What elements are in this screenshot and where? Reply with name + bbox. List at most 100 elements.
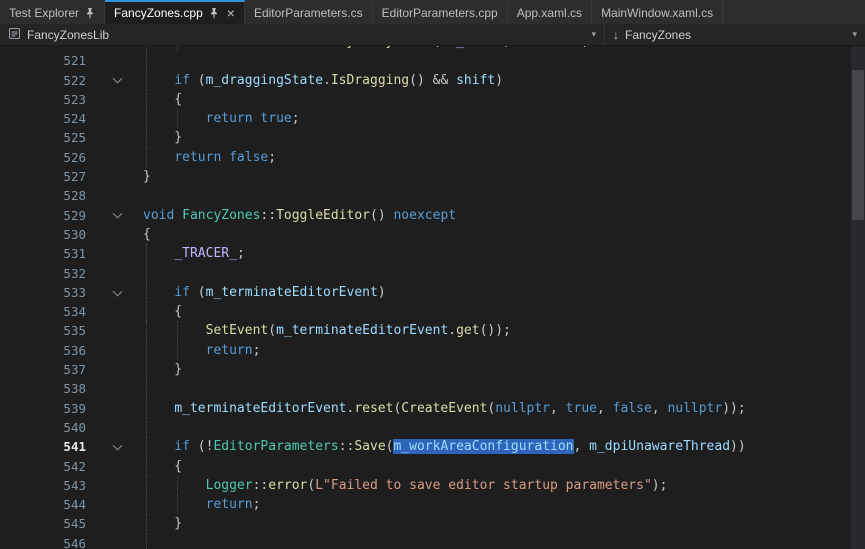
line-number[interactable]: 529: [0, 206, 92, 225]
tab-test-explorer[interactable]: Test Explorer: [0, 0, 105, 24]
code-line-546[interactable]: 546: [0, 534, 865, 549]
line-number[interactable]: 545: [0, 514, 92, 533]
line-number[interactable]: 544: [0, 495, 92, 514]
line-number[interactable]: 537: [0, 360, 92, 379]
line-number[interactable]: 525: [0, 128, 92, 147]
line-number[interactable]: 532: [0, 264, 92, 283]
code-text: SetEvent(m_terminateEditorEvent.get());: [143, 321, 865, 340]
line-number[interactable]: 538: [0, 379, 92, 398]
line-number[interactable]: 541: [0, 437, 92, 456]
code-token: nullptr: [667, 401, 722, 416]
line-number[interactable]: 534: [0, 302, 92, 321]
fold-chevron-icon[interactable]: [92, 206, 143, 225]
indent-guide: [146, 476, 147, 495]
code-token: [221, 150, 229, 165]
fold-chevron-icon[interactable]: [92, 71, 143, 90]
line-number[interactable]: 523: [0, 90, 92, 109]
code-line-522[interactable]: 522 if (m_draggingState.IsDragging() && …: [0, 71, 865, 90]
indent-guide: [146, 244, 147, 263]
line-number[interactable]: 533: [0, 283, 92, 302]
line-number[interactable]: 530: [0, 225, 92, 244]
fold-spacer: [92, 109, 143, 128]
pin-icon[interactable]: [209, 8, 219, 19]
code-line-536[interactable]: 536 return;: [0, 341, 865, 360]
code-text: }: [143, 167, 865, 186]
code-line-540[interactable]: 540: [0, 418, 865, 437]
line-number[interactable]: 535: [0, 321, 92, 340]
line-number[interactable]: 539: [0, 399, 92, 418]
code-line-529[interactable]: 529 void FancyZones::ToggleEditor() noexc…: [0, 206, 865, 225]
code-line-530[interactable]: 530{: [0, 225, 865, 244]
line-number[interactable]: 528: [0, 186, 92, 205]
fold-spacer: [92, 225, 143, 244]
code-text: }: [143, 128, 865, 147]
code-line-531[interactable]: 531 _TRACER_;: [0, 244, 865, 263]
code-line-533[interactable]: 533 if (m_terminateEditorEvent): [0, 283, 865, 302]
code-line-539[interactable]: 539 m_terminateEditorEvent.reset(CreateE…: [0, 399, 865, 418]
indent-guide: [146, 534, 147, 549]
line-number[interactable]: 536: [0, 341, 92, 360]
code-text: if (m_terminateEditorEvent): [143, 283, 865, 302]
line-number[interactable]: 542: [0, 457, 92, 476]
code-token: );: [652, 478, 668, 493]
code-line-527[interactable]: 527}: [0, 167, 865, 186]
code-text: [143, 51, 865, 70]
fold-chevron-icon[interactable]: [92, 283, 143, 302]
chevron-down-icon: [113, 74, 123, 84]
line-number[interactable]: 521: [0, 51, 92, 70]
code-token: ToggleEditor: [276, 208, 370, 223]
code-token: ,: [574, 439, 590, 454]
tab-mainwindow-xaml-cs[interactable]: MainWindow.xaml.cs: [592, 0, 723, 24]
fold-spacer: [92, 264, 143, 283]
line-number[interactable]: 531: [0, 244, 92, 263]
tab-editorparameters-cs[interactable]: EditorParameters.cs: [245, 0, 373, 24]
code-line-538[interactable]: 538: [0, 379, 865, 398]
code-line-534[interactable]: 534 {: [0, 302, 865, 321]
code-line-537[interactable]: 537 }: [0, 360, 865, 379]
line-number[interactable]: 522: [0, 71, 92, 90]
code-token: [174, 208, 182, 223]
code-line-523[interactable]: 523 {: [0, 90, 865, 109]
code-line-544[interactable]: 544 return;: [0, 495, 865, 514]
code-line-524[interactable]: 524 return true;: [0, 109, 865, 128]
member-dropdown[interactable]: ↓ FancyZones ▾: [604, 24, 865, 45]
line-number[interactable]: 546: [0, 534, 92, 549]
code-token: EditorParameters: [213, 439, 338, 454]
code-token: [143, 323, 206, 338]
code-token: [143, 343, 206, 358]
line-number[interactable]: 543: [0, 476, 92, 495]
code-line-521[interactable]: 521: [0, 51, 865, 70]
code-line-526[interactable]: 526 return false;: [0, 148, 865, 167]
code-line-525[interactable]: 525 }: [0, 128, 865, 147]
code-line-532[interactable]: 532: [0, 264, 865, 283]
code-line-535[interactable]: 535 SetEvent(m_terminateEditorEvent.get(…: [0, 321, 865, 340]
tab-editorparameters-cpp[interactable]: EditorParameters.cpp: [373, 0, 508, 24]
line-number[interactable]: 527: [0, 167, 92, 186]
selected-text: m_workAreaConfiguration: [393, 439, 573, 454]
project-icon: [8, 27, 21, 43]
tab-app-xaml-cs[interactable]: App.xaml.cs: [508, 0, 592, 24]
code-line-543[interactable]: 543 Logger::error(L"Failed to save edito…: [0, 476, 865, 495]
indent-guide: [177, 321, 178, 340]
code-line-528[interactable]: 528: [0, 186, 865, 205]
scrollbar-thumb[interactable]: [852, 70, 864, 220]
code-token: false: [229, 150, 268, 165]
code-token: Save: [354, 439, 385, 454]
vertical-scrollbar[interactable]: [851, 46, 865, 549]
indent-guide: [146, 109, 147, 128]
close-icon[interactable]: ×: [227, 6, 235, 20]
code-text: void FancyZones::ToggleEditor() noexcept: [143, 206, 865, 225]
line-number[interactable]: 524: [0, 109, 92, 128]
code-token: false: [613, 401, 652, 416]
code-token: GetAsyncKeyState: [307, 46, 432, 49]
line-number[interactable]: 526: [0, 148, 92, 167]
code-line-541[interactable]: 541 if (!EditorParameters::Save(m_workAr…: [0, 437, 865, 456]
tab-fancyzones-cpp[interactable]: FancyZones.cpp×: [105, 0, 245, 24]
code-line-545[interactable]: 545 }: [0, 514, 865, 533]
fold-chevron-icon[interactable]: [92, 437, 143, 456]
code-line-542[interactable]: 542 {: [0, 457, 865, 476]
project-dropdown[interactable]: FancyZonesLib ▾: [0, 24, 604, 45]
line-number[interactable]: 540: [0, 418, 92, 437]
pin-icon[interactable]: [85, 8, 95, 19]
indent-guide: [146, 437, 147, 456]
